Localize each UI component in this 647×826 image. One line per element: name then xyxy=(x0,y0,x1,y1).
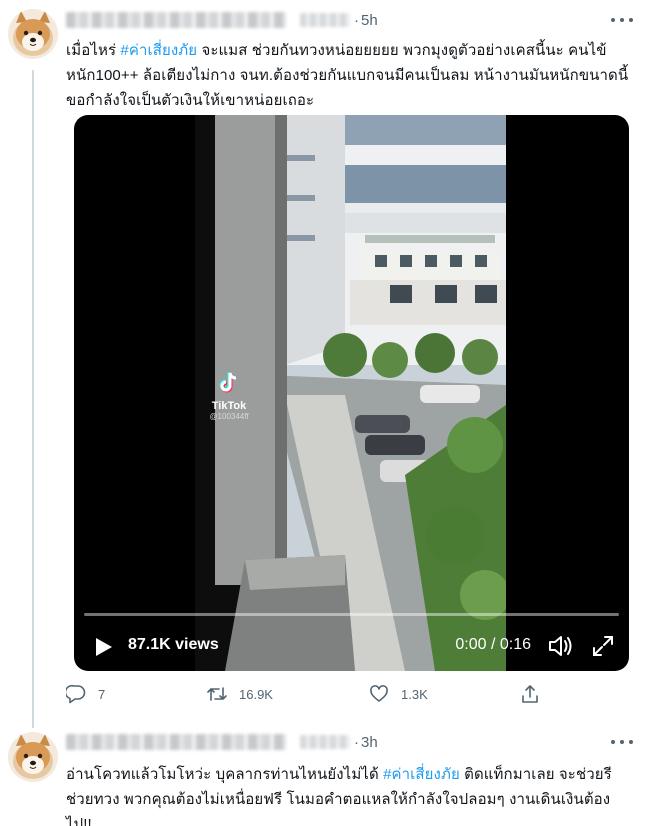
like-icon xyxy=(370,685,388,702)
avatar[interactable] xyxy=(8,9,58,59)
avatar[interactable] xyxy=(8,732,58,782)
timestamp[interactable]: 5h xyxy=(361,12,378,29)
text-part: เมื่อไหร่ xyxy=(66,42,121,59)
retweet-icon xyxy=(207,687,227,701)
thread-line xyxy=(32,70,34,728)
tiktok-name: TikTok xyxy=(211,400,247,412)
tiktok-logo xyxy=(219,372,237,393)
tiktok-user: @100344ff xyxy=(209,412,249,421)
separator: · xyxy=(354,11,359,29)
view-count: 87.1K views xyxy=(128,636,219,653)
text-part: อ่านโควทแล้วโมโหว่ะ บุคลากรท่านไหนยังไม่… xyxy=(66,766,384,783)
share-icon xyxy=(522,685,538,703)
tweet-text: อ่านโควทแล้วโมโหว่ะ บุคลากรท่านไหนยังไม่… xyxy=(66,762,631,826)
timestamp[interactable]: 3h xyxy=(361,734,378,751)
fullscreen-icon[interactable] xyxy=(591,634,615,658)
tweet[interactable]: · 3h อ่านโควทแล้วโมโหว่ะ บุคลากรท่านไหนย… xyxy=(0,722,647,826)
video-controls: 87.1K views 0:00 / 0:16 xyxy=(74,619,629,671)
reply-button[interactable]: 7 xyxy=(66,684,105,704)
like-count: 1.3K xyxy=(401,686,428,702)
display-name-blurred[interactable] xyxy=(66,12,286,28)
tweet-header: · 3h xyxy=(66,731,378,753)
tweet-actions: 7 16.9K 1.3K xyxy=(66,684,566,708)
tweet-header: · 5h xyxy=(66,9,378,31)
separator: · xyxy=(354,733,359,751)
reply-icon xyxy=(66,684,86,704)
video-progress-bar[interactable] xyxy=(84,613,619,616)
retweet-button[interactable]: 16.9K xyxy=(207,684,273,704)
video-player[interactable]: TikTok @100344ff 87.1K views 0:00 / 0:16 xyxy=(74,115,629,671)
like-button[interactable]: 1.3K xyxy=(369,684,428,704)
video-timecode: 0:00 / 0:16 xyxy=(455,636,531,653)
more-icon[interactable] xyxy=(611,736,633,748)
handle-blurred[interactable] xyxy=(300,735,350,749)
hashtag-link[interactable]: #ค่าเสี่ยงภัย xyxy=(383,766,460,783)
tweet-text: เมื่อไหร่ #ค่าเสี่ยงภัย จะแมส ช่วยกันทวง… xyxy=(66,38,636,113)
display-name-blurred[interactable] xyxy=(66,734,286,750)
retweet-count: 16.9K xyxy=(239,686,273,702)
play-icon[interactable] xyxy=(94,637,114,657)
tweet[interactable]: · 5h เมื่อไหร่ #ค่าเสี่ยงภัย จะแมส ช่วยก… xyxy=(0,0,647,728)
tiktok-watermark: TikTok @100344ff xyxy=(201,372,257,421)
handle-blurred[interactable] xyxy=(300,13,350,27)
volume-icon[interactable] xyxy=(547,633,573,659)
share-button[interactable] xyxy=(520,684,540,704)
more-icon[interactable] xyxy=(611,14,633,26)
reply-count: 7 xyxy=(98,686,106,702)
hashtag-link[interactable]: #ค่าเสี่ยงภัย xyxy=(120,42,197,59)
